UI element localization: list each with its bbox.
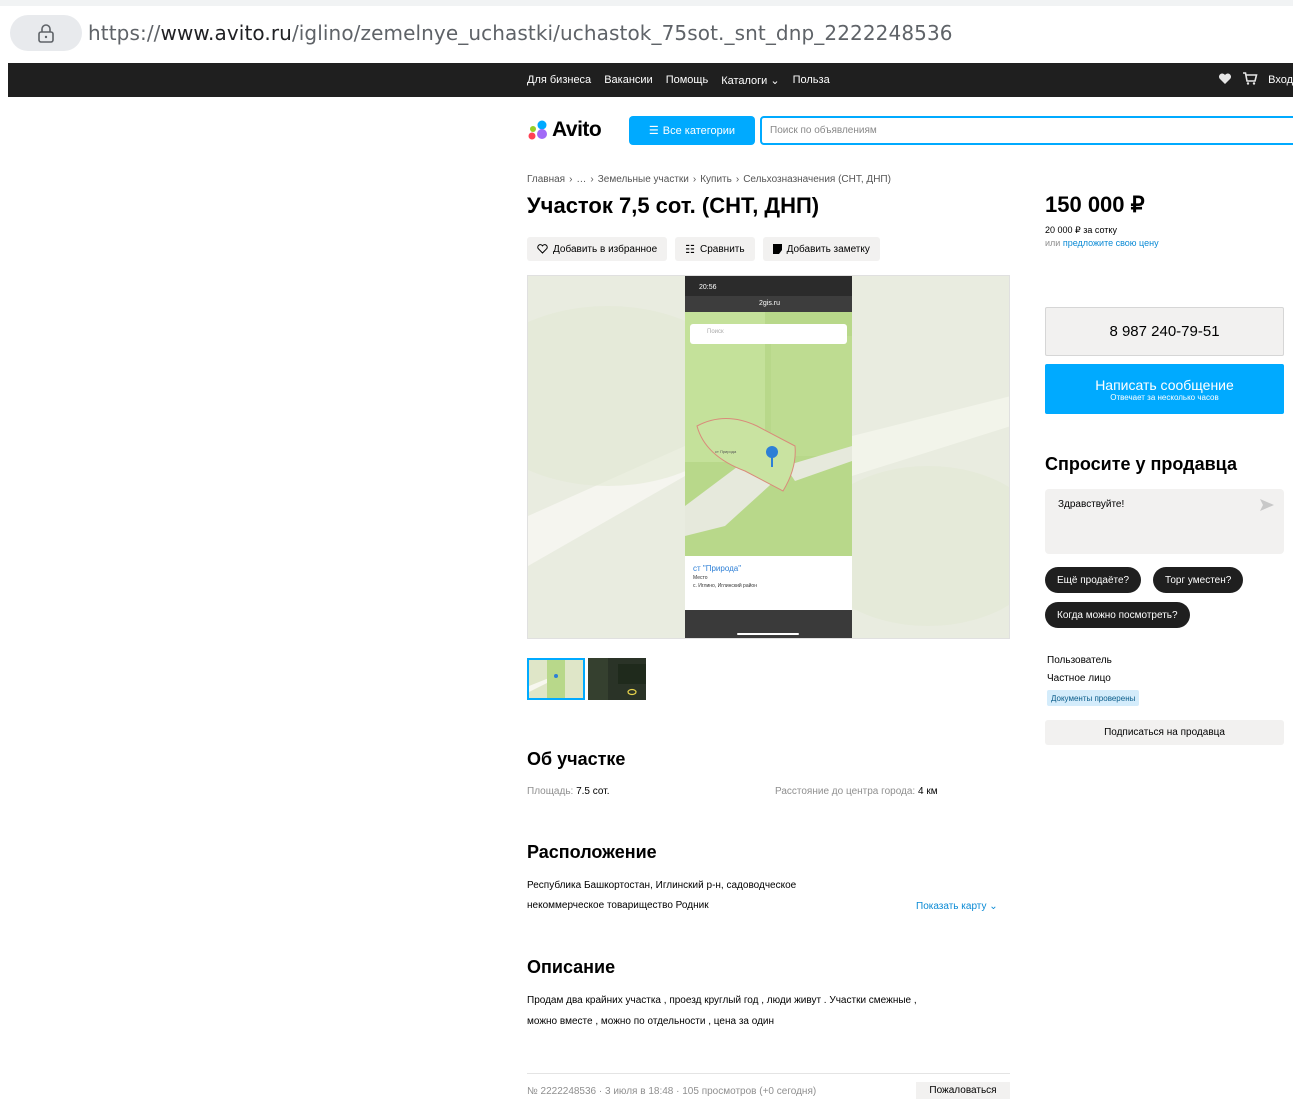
nav-link-jobs[interactable]: Вакансии — [604, 74, 653, 86]
photo-thumbnails — [527, 658, 646, 700]
search-input[interactable]: Поиск по объявлениям — [760, 116, 1293, 145]
show-map-link[interactable]: Показать карту ⌄ — [916, 901, 998, 912]
phone-search-hint: Поиск — [707, 329, 724, 335]
show-phone-button[interactable]: 8 987 240-79-51 — [1045, 307, 1284, 356]
add-favorite-button[interactable]: Добавить в избранное — [527, 237, 668, 261]
compare-icon: ☷ — [685, 243, 696, 256]
nav-link-catalogs[interactable]: Каталоги ⌄ — [721, 74, 779, 87]
phone-site: 2gis.ru — [759, 300, 781, 307]
distance-value: 4 км — [918, 786, 938, 797]
browser-address-bar: https://www.avito.ru/iglino/zemelnye_uch… — [0, 0, 1293, 64]
avito-logo[interactable]: Avito — [527, 118, 602, 142]
distance-field: Расстояние до центра города: 4 км — [775, 786, 938, 797]
heart-icon[interactable] — [1218, 72, 1232, 88]
phone-status-time: 20:56 — [699, 284, 717, 291]
breadcrumb-agri[interactable]: Сельхозназначения (СНТ, ДНП) — [743, 174, 891, 185]
phone-place-title: ст "Природа" — [693, 564, 742, 573]
chevron-right-icon: › — [735, 174, 740, 185]
cart-icon[interactable] — [1242, 72, 1258, 88]
nav-link-help[interactable]: Помощь — [666, 74, 709, 86]
chevron-right-icon: › — [569, 174, 573, 185]
distance-label: Расстояние до центра города: — [775, 786, 916, 797]
lock-icon[interactable] — [10, 15, 82, 51]
offer-price-link[interactable]: предложите свою цену — [1063, 238, 1159, 248]
quick-question-bargain[interactable]: Торг уместен? — [1153, 567, 1244, 593]
chevron-right-icon: › — [692, 174, 697, 185]
price-per-unit: 20 000 ₽ за сотку — [1045, 225, 1117, 235]
subscribe-seller-button[interactable]: Подписаться на продавца — [1045, 720, 1284, 745]
quick-question-still-selling[interactable]: Ещё продаёте? — [1045, 567, 1142, 593]
top-nav-bar: Для бизнеса Вакансии Помощь Каталоги ⌄ П… — [8, 63, 1293, 97]
footer-divider — [527, 1073, 1010, 1074]
breadcrumb-ellipsis[interactable]: … — [576, 174, 586, 185]
logo-dots-icon — [528, 120, 547, 140]
offer-price: или предложите свою цену — [1045, 238, 1159, 248]
breadcrumb: Главная › … › Земельные участки › Купить › С… — [527, 174, 891, 185]
listing-meta: № 2222248536 · 3 июля в 18:48 · 105 прос… — [527, 1086, 817, 1097]
send-icon[interactable] — [1260, 499, 1274, 511]
nav-link-benefit[interactable]: Польза — [793, 74, 830, 86]
address-line-1: Республика Башкортостан, Иглинский р-н, … — [527, 880, 797, 891]
heart-icon — [537, 244, 548, 254]
price: 150 000 ₽ — [1045, 192, 1145, 217]
seller-type: Частное лицо — [1047, 673, 1111, 684]
area-field: Площадь: 7.5 сот. — [527, 786, 609, 797]
listing-actions: Добавить в избранное ☷ Сравнить Добавить… — [527, 237, 880, 261]
main-photo[interactable]: 20:56 2gis.ru Поиск ст Природа ст "Приро… — [527, 275, 1010, 639]
about-heading: Об участке — [527, 749, 626, 769]
complain-button[interactable]: Пожаловаться — [916, 1082, 1010, 1099]
top-nav-right: Вход — [1218, 63, 1293, 97]
login-link[interactable]: Вход — [1268, 74, 1293, 86]
page-title: Участок 7,5 сот. (СНТ, ДНП) — [527, 193, 820, 218]
area-label: Площадь: — [527, 786, 574, 797]
breadcrumb-land[interactable]: Земельные участки — [598, 174, 689, 185]
description-line-1: Продам два крайних участка , проезд круг… — [527, 995, 917, 1006]
verified-badge: Документы проверены — [1047, 690, 1140, 706]
thumbnail-2[interactable] — [588, 658, 646, 700]
url-field[interactable]: https://www.avito.ru/iglino/zemelnye_uch… — [10, 15, 1293, 51]
write-message-button[interactable]: Написать сообщение Отвечает за несколько… — [1045, 364, 1284, 414]
breadcrumb-buy[interactable]: Купить — [700, 174, 732, 185]
note-icon — [772, 244, 782, 254]
ask-seller-input[interactable]: Здравствуйте! — [1045, 489, 1284, 554]
phone-place-address: с. Иглино, Иглинский район — [693, 583, 757, 589]
location-heading: Расположение — [527, 842, 657, 862]
quick-question-viewing[interactable]: Когда можно посмотреть? — [1045, 602, 1190, 628]
chevron-down-icon: ⌄ — [986, 901, 998, 912]
ask-seller-heading: Спросите у продавца — [1045, 454, 1237, 474]
phone-screenshot: 20:56 2gis.ru Поиск ст Природа ст "Приро… — [685, 276, 852, 638]
seller-name[interactable]: Пользователь — [1047, 655, 1112, 666]
phone-place-type: Место — [693, 575, 708, 581]
address-line-2: некоммерческое товарищество Родник — [527, 900, 709, 911]
url-text[interactable]: https://www.avito.ru/iglino/zemelnye_uch… — [88, 21, 953, 45]
all-categories-button[interactable]: ☰ Все категории — [629, 116, 755, 145]
menu-search-icon: ☰ — [648, 125, 659, 137]
logo-text: Avito — [552, 118, 602, 141]
compare-button[interactable]: ☷ Сравнить — [675, 237, 755, 261]
add-note-button[interactable]: Добавить заметку — [762, 237, 880, 261]
breadcrumb-home[interactable]: Главная — [527, 174, 565, 185]
chevron-right-icon: › — [590, 174, 594, 185]
phone-map-label: ст Природа — [715, 449, 737, 454]
thumbnail-1[interactable] — [527, 658, 585, 700]
chevron-down-icon: ⌄ — [767, 74, 780, 87]
description-line-2: можно вместе , можно по отдельности , це… — [527, 1016, 775, 1027]
area-value: 7.5 сот. — [576, 786, 610, 797]
top-nav: Для бизнеса Вакансии Помощь Каталоги ⌄ П… — [527, 63, 830, 97]
description-heading: Описание — [527, 957, 616, 977]
nav-link-business[interactable]: Для бизнеса — [527, 74, 591, 86]
